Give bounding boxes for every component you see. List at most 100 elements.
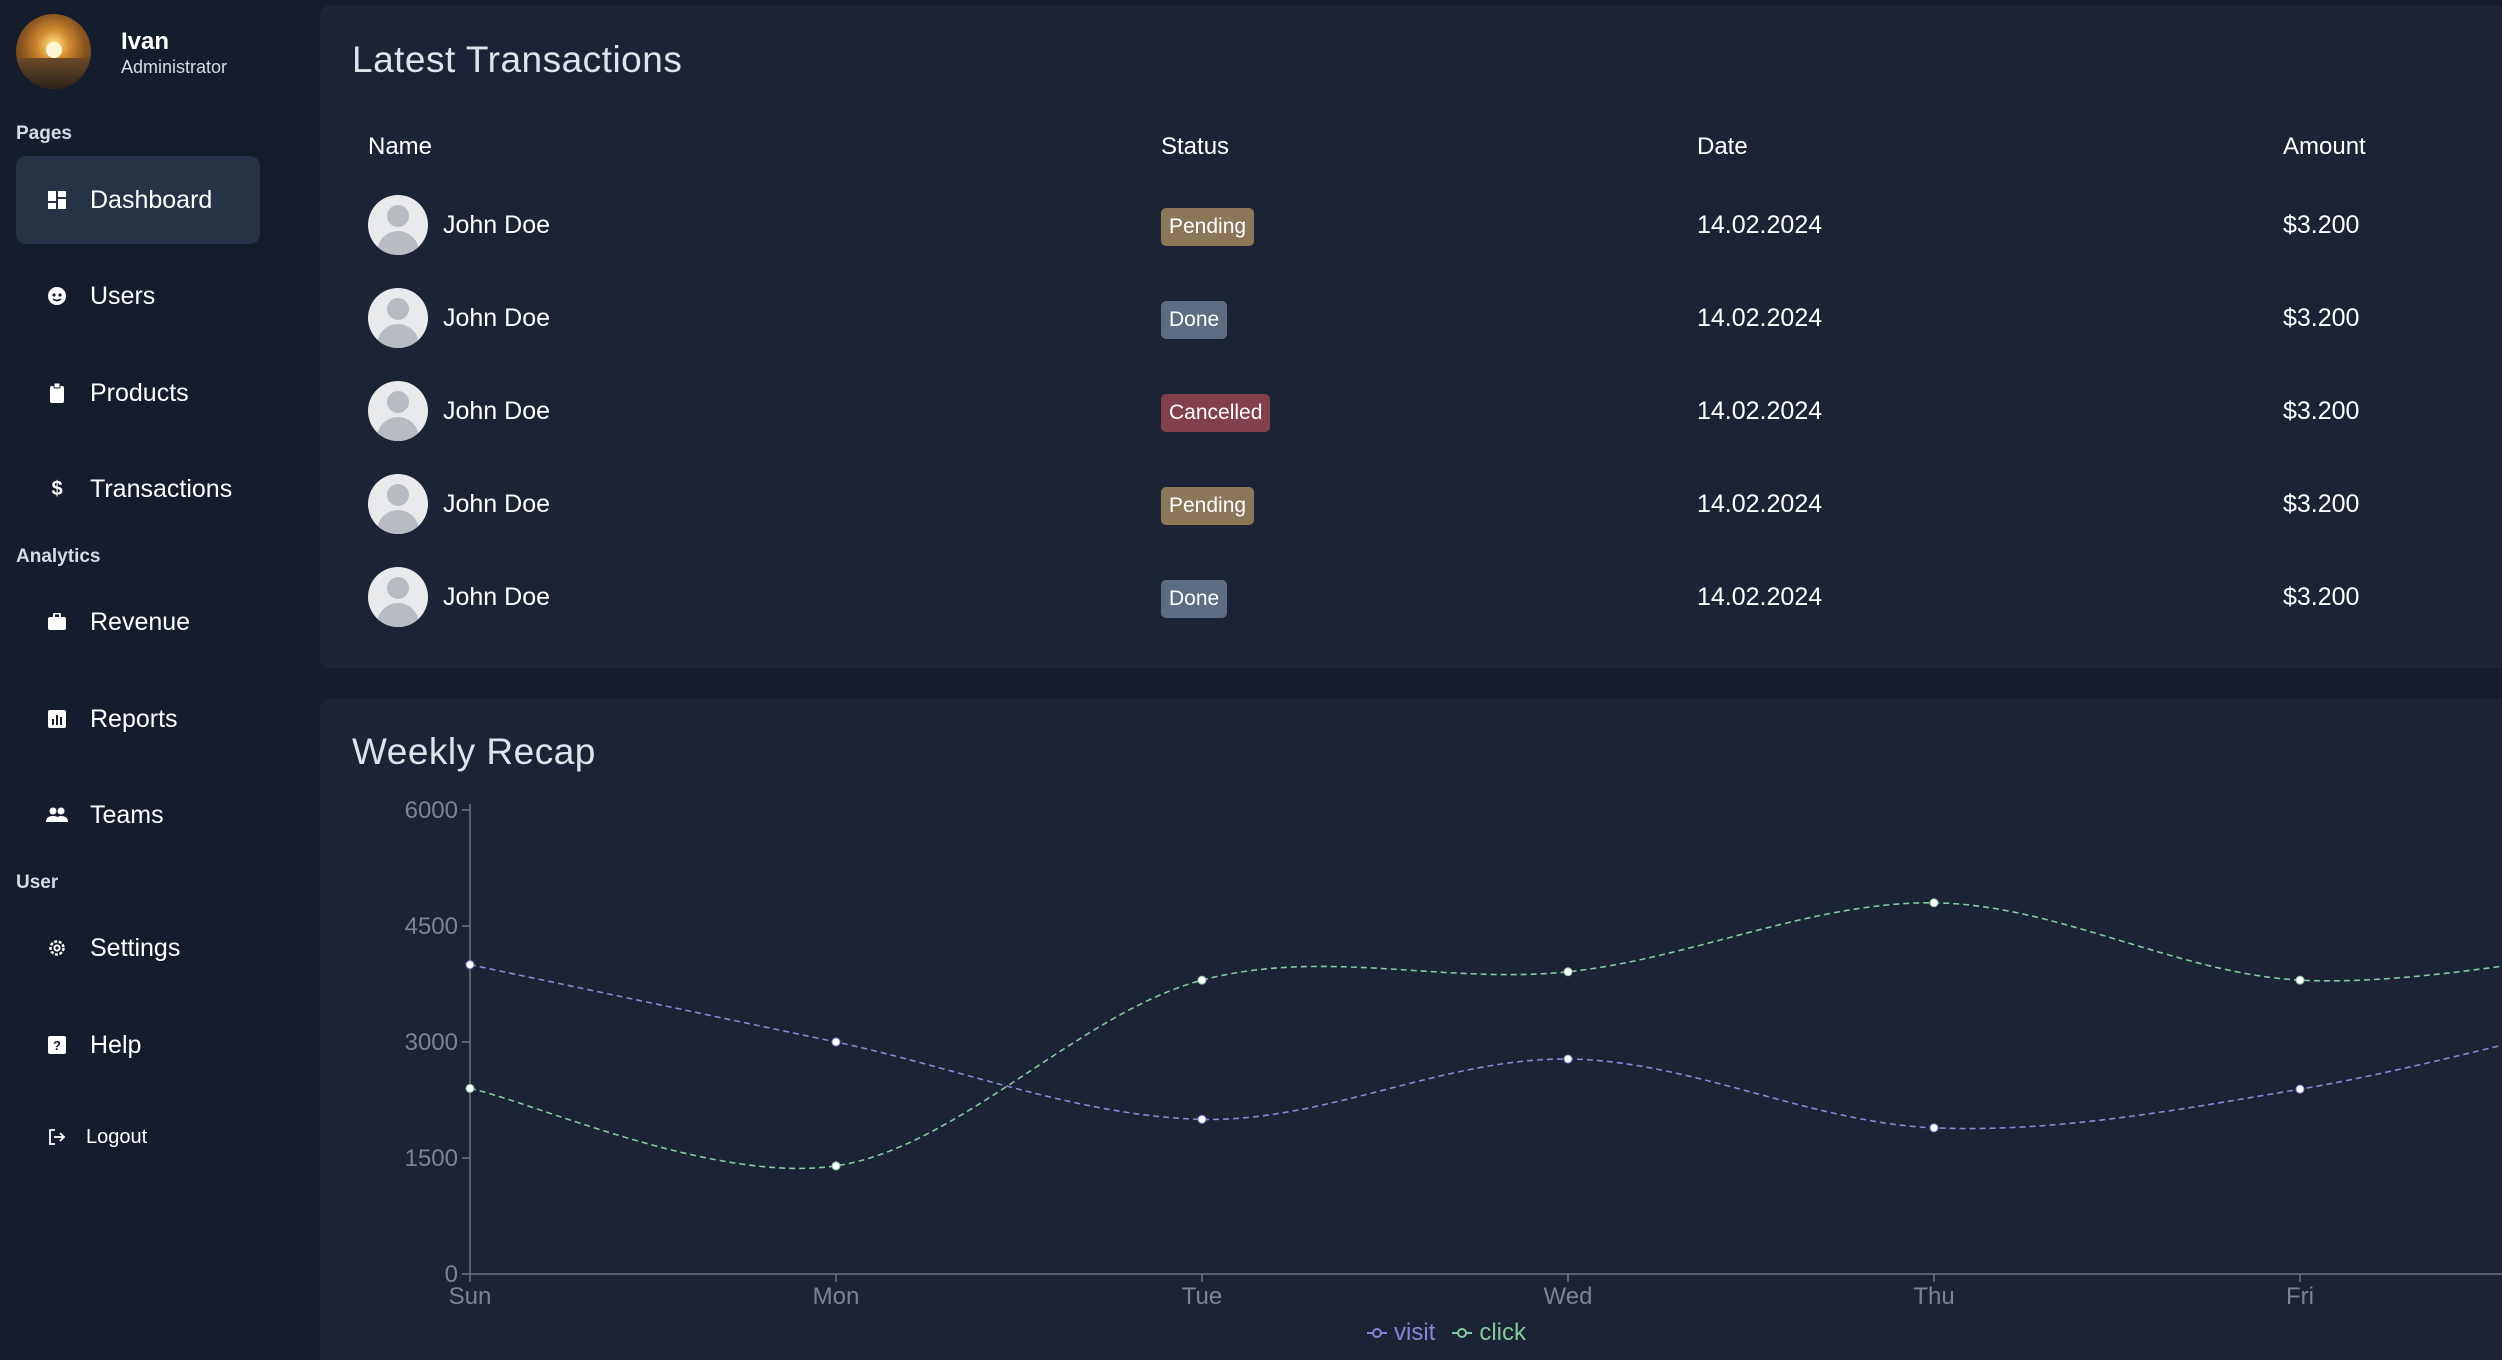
data-point-visit [831, 1037, 841, 1047]
row-amount: $3.200 [2283, 304, 2360, 332]
user-name: Ivan [121, 28, 170, 55]
row-name: John Doe [443, 490, 551, 518]
sidebar: Ivan Administrator Pages Dashboard Users… [0, 0, 290, 1360]
row-date: 14.02.2024 [1697, 397, 1823, 425]
status-badge: Done [1161, 580, 1228, 618]
user-profile[interactable]: Ivan Administrator [16, 14, 276, 90]
y-tick-label: 4500 [405, 913, 458, 940]
row-name: John Doe [443, 211, 551, 239]
avatar-horizon [16, 58, 91, 89]
sidebar-item-label: Users [90, 281, 156, 310]
clipboard-icon [46, 382, 68, 404]
sidebar-item-label: Products [90, 378, 189, 407]
dollar-icon: $ [51, 477, 63, 500]
sidebar-item-revenue[interactable]: Revenue [16, 578, 260, 666]
column-header-date[interactable]: Date [1697, 133, 1748, 161]
svg-text:?: ? [53, 1038, 61, 1053]
data-point-click [1563, 967, 1573, 977]
avatar [368, 288, 428, 348]
series-line-visit [469, 963, 2502, 1130]
sidebar-item-dashboard[interactable]: Dashboard [16, 156, 260, 244]
sidebar-item-transactions[interactable]: $ Transactions [16, 445, 260, 533]
series-line-click [469, 901, 2502, 1170]
x-tick-label: Fri [2286, 1283, 2314, 1310]
data-point-visit [2295, 1084, 2305, 1094]
row-amount: $3.200 [2283, 211, 2360, 239]
data-point-click [2295, 975, 2305, 985]
sidebar-item-label: Help [90, 1030, 142, 1059]
logout-icon [46, 1126, 68, 1148]
avatar [368, 195, 428, 255]
help-icon: ? [46, 1034, 68, 1056]
legend-label: click [1479, 1319, 1526, 1346]
sidebar-item-users[interactable]: Users [16, 252, 260, 340]
row-name: John Doe [443, 304, 551, 332]
sidebar-item-teams[interactable]: Teams [16, 771, 260, 859]
x-tick-label: Tue [1182, 1283, 1222, 1310]
row-date: 14.02.2024 [1697, 304, 1823, 332]
legend-line-icon [1366, 1328, 1387, 1338]
sidebar-item-settings[interactable]: Settings [16, 904, 260, 992]
table-row[interactable]: John Doe Done 14.02.2024 $3.200 [320, 555, 2502, 648]
status-badge: Pending [1161, 208, 1255, 246]
x-tick-label: Sun [449, 1283, 492, 1310]
gear-icon [46, 937, 68, 959]
avatar[interactable] [16, 14, 91, 89]
column-header-name[interactable]: Name [368, 133, 432, 161]
status-badge: Pending [1161, 487, 1255, 525]
report-chart-icon [46, 708, 68, 730]
table-row[interactable]: John Doe Cancelled 14.02.2024 $3.200 [320, 369, 2502, 462]
x-tick-label: Wed [1544, 1283, 1593, 1310]
dashboard-icon [46, 189, 68, 211]
sidebar-item-label: Reports [90, 704, 178, 733]
table-row[interactable]: John Doe Pending 14.02.2024 $3.200 [320, 462, 2502, 555]
table-row[interactable]: John Doe Pending 14.02.2024 $3.200 [320, 183, 2502, 276]
x-tick-label: Mon [813, 1283, 860, 1310]
row-date: 14.02.2024 [1697, 211, 1823, 239]
data-point-visit [465, 960, 475, 970]
legend-label: visit [1393, 1319, 1436, 1346]
row-date: 14.02.2024 [1697, 583, 1823, 611]
data-point-visit [1563, 1054, 1573, 1064]
avatar [368, 567, 428, 627]
row-amount: $3.200 [2283, 583, 2360, 611]
data-point-click [831, 1161, 841, 1171]
legend-item-click[interactable]: click [1451, 1319, 1526, 1347]
column-header-status[interactable]: Status [1161, 133, 1229, 161]
briefcase-icon [46, 611, 68, 633]
row-amount: $3.200 [2283, 490, 2360, 518]
avatar-sun [46, 42, 62, 58]
row-amount: $3.200 [2283, 397, 2360, 425]
sidebar-item-products[interactable]: Products [16, 349, 260, 437]
section-title-analytics: Analytics [16, 546, 101, 567]
sidebar-item-label: Logout [86, 1125, 148, 1148]
status-badge: Cancelled [1161, 394, 1271, 432]
data-point-visit [1197, 1114, 1207, 1124]
weekly-recap-chart: 01500300045006000Sun Mon Tue Wed Thu Fri [405, 797, 2502, 1310]
data-point-click [1197, 975, 1207, 985]
people-icon [46, 804, 68, 826]
legend-item-visit[interactable]: visit [1366, 1319, 1435, 1347]
column-header-amount[interactable]: Amount [2283, 133, 2366, 161]
data-point-visit [1929, 1123, 1939, 1133]
section-title-user: User [16, 872, 59, 893]
data-point-click [1929, 898, 1939, 908]
x-tick-label: Thu [1913, 1283, 1954, 1310]
section-title-pages: Pages [16, 123, 72, 144]
sidebar-item-label: Dashboard [90, 185, 213, 214]
users-face-icon [46, 285, 68, 307]
sidebar-item-label: Settings [90, 933, 181, 962]
sidebar-item-reports[interactable]: Reports [16, 675, 260, 763]
table-row[interactable]: John Doe Done 14.02.2024 $3.200 [320, 276, 2502, 369]
y-tick-label: 6000 [405, 797, 458, 824]
transactions-panel: Latest Transactions Name Status Date Amo… [320, 5, 2502, 668]
legend-line-icon [1452, 1328, 1473, 1338]
sidebar-item-help[interactable]: ? Help [16, 1001, 260, 1089]
sidebar-item-label: Revenue [90, 607, 191, 636]
user-role: Administrator [121, 57, 228, 77]
sidebar-item-logout[interactable]: Logout [16, 1093, 260, 1181]
sidebar-item-label: Teams [90, 800, 164, 829]
data-point-click [465, 1083, 475, 1093]
sidebar-item-label: Transactions [90, 474, 233, 503]
y-tick-label: 1500 [405, 1145, 458, 1172]
